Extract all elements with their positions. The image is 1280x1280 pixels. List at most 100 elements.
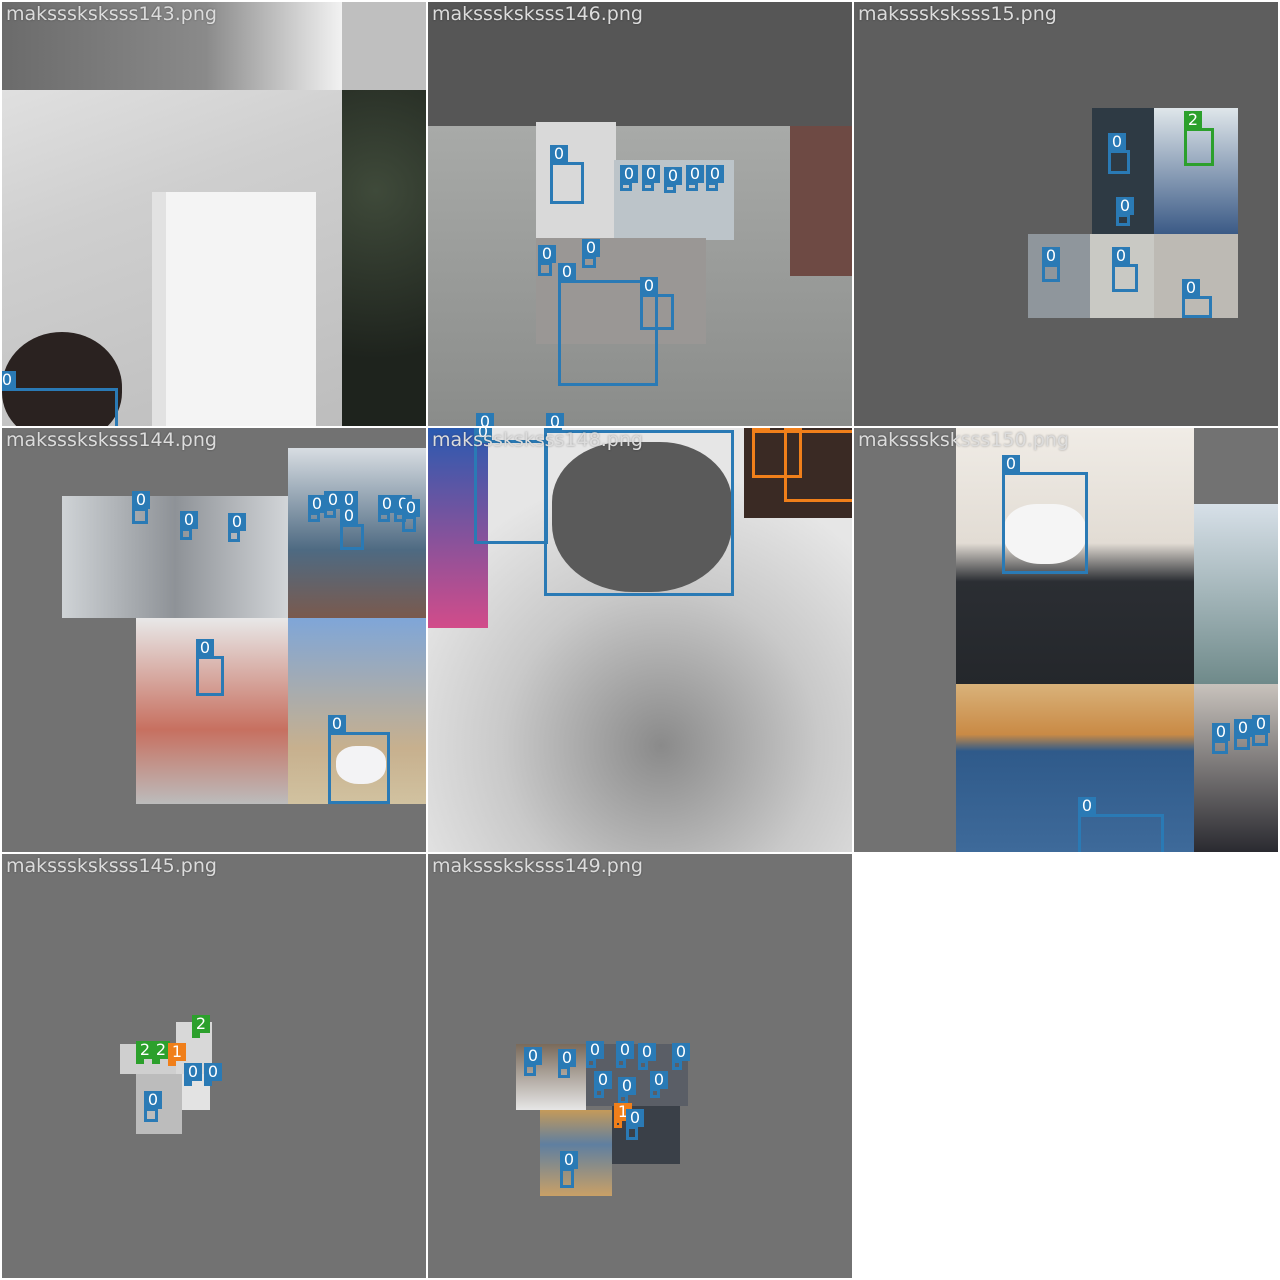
detection-label: 0 (196, 639, 214, 657)
detection-box: 0 (1112, 247, 1138, 292)
detection-box: 0 (672, 1043, 690, 1070)
detection-box: 0 (402, 499, 420, 532)
detection-box: 0 (686, 165, 704, 191)
mosaic-tile-145: 2 2 1 2 0 0 0 maksssksksss145.png (2, 854, 426, 1278)
detection-label: 0 (642, 165, 660, 183)
empty-cell (854, 854, 1278, 1278)
detection-label: 0 (686, 165, 704, 183)
detection-label: 0 (228, 513, 246, 531)
detection-label: 2 (192, 1015, 210, 1033)
tile-photo (342, 2, 426, 90)
detection-box: 0 (144, 1091, 162, 1122)
detection-box: 0 (706, 165, 724, 191)
detection-label: 0 (340, 507, 358, 525)
detection-box: 0 (474, 428, 548, 544)
detection-box: 0 (180, 511, 198, 540)
detection-label: 0 (560, 1151, 578, 1169)
tile-filename: maksssksksss144.png (6, 429, 217, 451)
detection-label: 0 (476, 413, 494, 426)
detection-box: 0 (132, 491, 150, 524)
detection-box: 2 (136, 1041, 154, 1064)
detection-box: 0 (228, 513, 246, 542)
detection-box: 0 (1212, 723, 1230, 754)
detection-box: 0 (1002, 455, 1088, 574)
detection-box: 2 (1184, 111, 1214, 166)
detection-box: 2 (152, 1041, 170, 1064)
detection-label: 0 (638, 1043, 656, 1061)
detection-label: 0 (538, 245, 556, 263)
mosaic-tile-149: 0 0 0 0 0 0 0 0 0 1 0 0 maksssksksss149.… (428, 854, 852, 1278)
tile-photo (1194, 684, 1278, 852)
detection-box: 0 (340, 507, 364, 550)
detection-box: 0 (558, 1049, 576, 1078)
detection-label: 0 (524, 1047, 542, 1065)
detection-box: 0 (626, 1109, 644, 1140)
detection-label: 0 (204, 1063, 222, 1081)
mosaic-tile-148: 0 0 1 1 maksssksksss148.png (428, 428, 852, 852)
detection-box: 0 (616, 1041, 634, 1068)
detection-box: 0 (204, 1063, 222, 1086)
detection-label: 0 (586, 1041, 604, 1059)
detection-label: 2 (1184, 111, 1202, 129)
detection-label: 0 (1116, 197, 1134, 215)
detection-label: 0 (1182, 279, 1200, 297)
mosaic-tile-143: 0 maksssksksss143.png (2, 2, 426, 426)
tile-filename: maksssksksss148.png (432, 429, 643, 451)
detection-label: 0 (620, 165, 638, 183)
detection-label: 0 (650, 1071, 668, 1089)
detection-label: 1 (168, 1043, 186, 1061)
detection-label: 0 (550, 145, 568, 163)
tile-filename: maksssksksss143.png (6, 3, 217, 25)
detection-box: 0 (550, 145, 584, 204)
mosaic-tile-144: 0 0 0 0 0 0 0 0 0 0 0 0 maksssksksss144.… (2, 428, 426, 852)
detection-box: 0 (642, 165, 660, 191)
detection-label: 0 (594, 1071, 612, 1089)
detection-label: 0 (1002, 455, 1020, 473)
detection-box: 0 (1252, 715, 1270, 746)
detection-box: 0 (378, 495, 396, 522)
tile-photo (1194, 504, 1278, 684)
tile-photo (62, 496, 288, 618)
detection-box: 0 (1182, 279, 1212, 318)
tile-photo (342, 90, 426, 426)
detection-box: 2 (192, 1015, 210, 1038)
detection-label: 0 (1252, 715, 1270, 733)
detection-box: 0 (638, 1043, 656, 1070)
detection-label: 0 (558, 1049, 576, 1067)
detection-label: 0 (132, 491, 150, 509)
detection-box: 0 (324, 491, 342, 518)
detection-box: 0 (594, 1071, 612, 1098)
detection-label: 0 (546, 413, 564, 426)
detection-label: 0 (2, 371, 16, 389)
detection-label: 0 (1234, 719, 1252, 737)
detection-label: 0 (618, 1077, 636, 1095)
detection-box: 0 (538, 245, 556, 276)
detection-label: 0 (1078, 797, 1096, 815)
detection-label: 0 (640, 277, 658, 295)
detection-label: 1 (784, 428, 802, 431)
detection-label: 0 (1042, 247, 1060, 265)
detection-label: 0 (144, 1091, 162, 1109)
detection-box: 0 (328, 715, 390, 804)
detection-label: 1 (752, 428, 770, 431)
tile-filename: maksssksksss150.png (858, 429, 1069, 451)
mosaic-tile-15: 2 0 0 0 0 0 maksssksksss15.png (854, 2, 1278, 426)
detection-box: 0 (1042, 247, 1060, 282)
detection-label: 0 (1212, 723, 1230, 741)
tile-filename: maksssksksss15.png (858, 3, 1057, 25)
detection-box: 0 (620, 165, 638, 191)
detection-label: 0 (180, 511, 198, 529)
tile-photo (152, 192, 316, 426)
detection-box: 0 (1234, 719, 1252, 750)
tile-filename: maksssksksss145.png (6, 855, 217, 877)
detection-box: 1 (784, 428, 852, 502)
mosaic-tile-146: 0 0 0 0 0 0 0 0 0 0 0 0 maksssksksss146.… (428, 2, 852, 426)
detection-box: 0 (586, 1041, 604, 1068)
detection-box: 0 (582, 239, 600, 268)
detection-box: 0 (640, 277, 674, 330)
detection-box: 0 (196, 639, 224, 696)
tile-filename: maksssksksss146.png (432, 3, 643, 25)
tile-filename: maksssksksss149.png (432, 855, 643, 877)
detection-box: 0 (184, 1063, 202, 1086)
detection-label: 0 (706, 165, 724, 183)
